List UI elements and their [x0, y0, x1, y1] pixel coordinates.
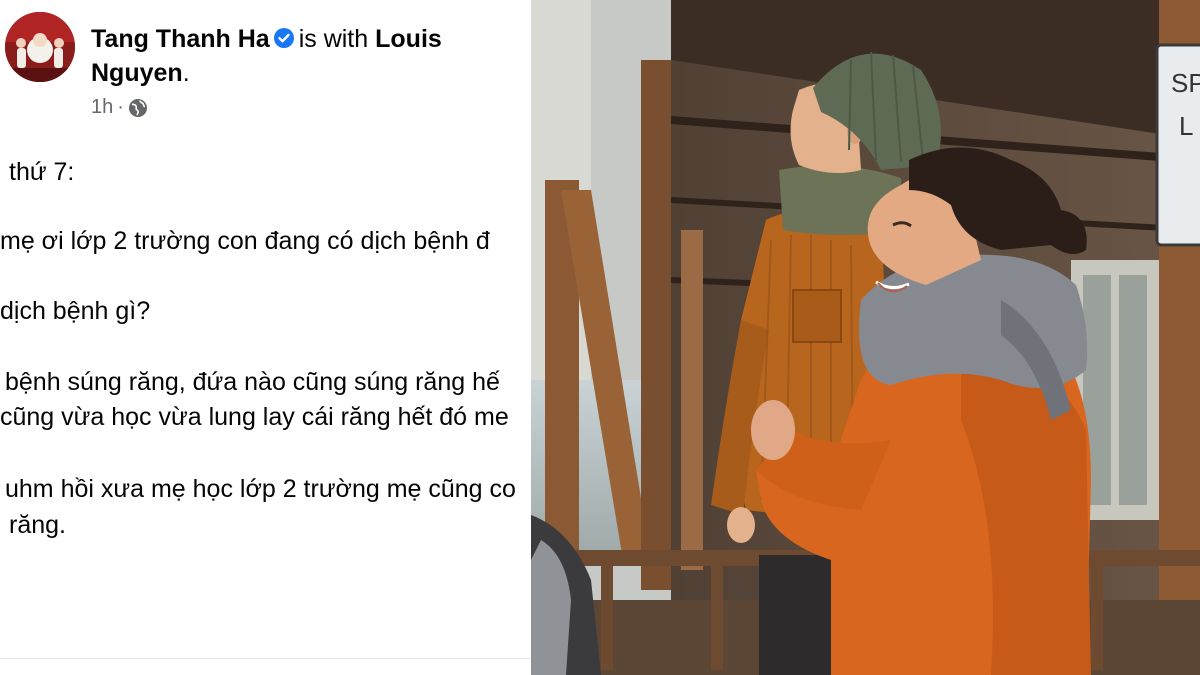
post-photo[interactable]: SP L	[531, 0, 1200, 675]
sign-text: SP	[1171, 68, 1200, 98]
post-text-line: răng.	[9, 511, 66, 539]
post-text-line: mẹ ơi lớp 2 trường con đang có dịch bệnh…	[0, 227, 490, 255]
avatar-image	[5, 12, 75, 82]
post-divider	[0, 658, 531, 675]
photo-illustration: SP L	[531, 0, 1200, 675]
post-text-line: bệnh súng răng, đứa nào cũng súng răng h…	[5, 368, 500, 396]
post-meta: 1h ·	[91, 96, 148, 119]
post-text-line: cũng vừa học vừa lung lay cái răng hết đ…	[0, 403, 509, 431]
sign-text: L	[1179, 111, 1193, 141]
author-avatar[interactable]	[5, 12, 75, 82]
post-timestamp[interactable]: 1h	[91, 96, 113, 119]
globe-icon[interactable]	[128, 98, 148, 118]
post-text-line: uhm hồi xưa mẹ học lớp 2 trường mẹ cũng …	[5, 475, 516, 503]
with-text: is with	[298, 25, 369, 53]
meta-separator: ·	[117, 96, 124, 118]
author-name[interactable]: Tang Thanh Ha	[91, 25, 270, 53]
post-text-line: dịch bệnh gì?	[0, 297, 151, 325]
post-text-line: thứ 7:	[9, 158, 75, 186]
post-header: Tang Thanh Ha is with Louis Nguyen.	[91, 22, 521, 90]
header-period: .	[182, 59, 190, 87]
facebook-post: Tang Thanh Ha is with Louis Nguyen. 1h · …	[0, 0, 531, 675]
verified-badge-icon	[273, 28, 294, 48]
